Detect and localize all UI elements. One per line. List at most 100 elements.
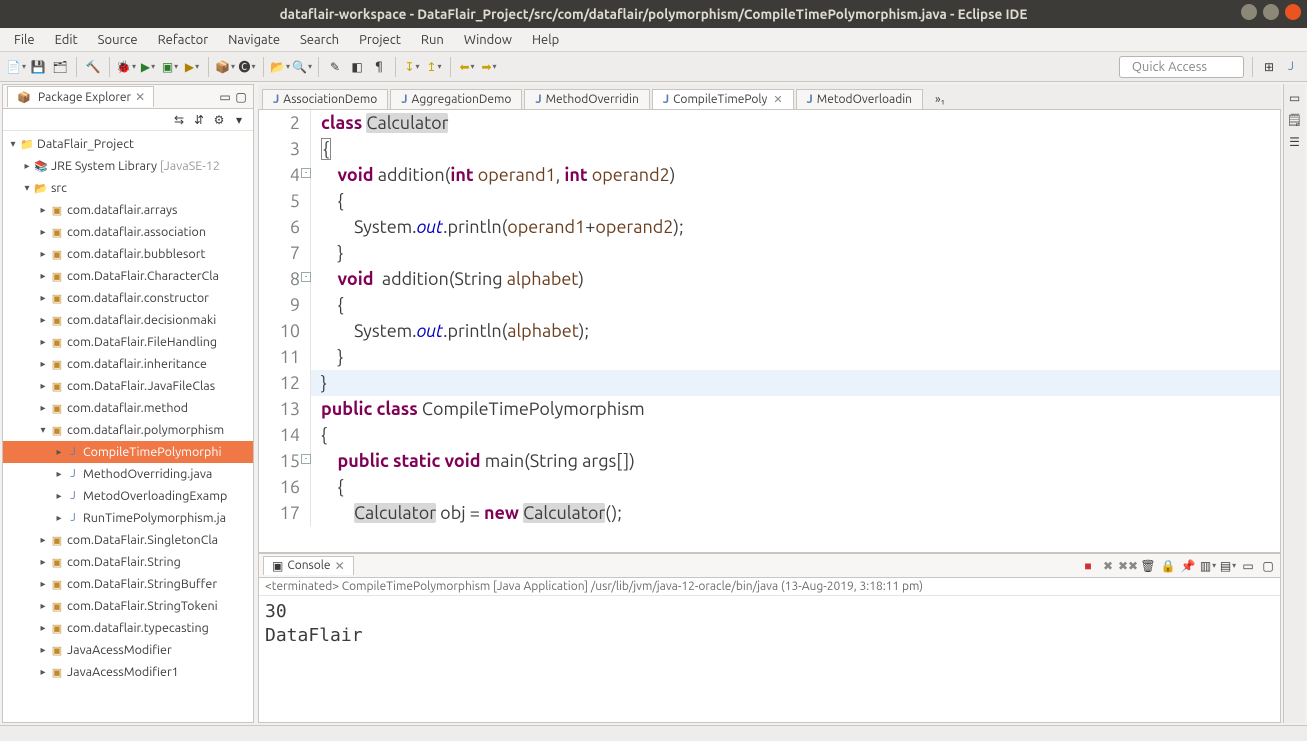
package-node[interactable]: ▸▣com.DataFlair.CharacterCla [3,265,253,287]
editor-tab[interactable]: JMethodOverridin [524,89,649,109]
run-icon[interactable]: ▶ [140,59,156,75]
view-menu-icon[interactable]: ▾ [231,112,247,128]
open-type-icon[interactable]: 📂 [272,59,288,75]
code-editor[interactable]: 2class Calculator 3{ 4- void addition(in… [258,110,1281,553]
display-selected-icon[interactable]: ▥ [1200,558,1216,574]
project-node[interactable]: ▾📁 DataFlair_Project [3,133,253,155]
package-node[interactable]: ▸▣JavaAcessModifier [3,639,253,661]
menu-source[interactable]: Source [90,31,146,49]
menu-project[interactable]: Project [351,31,409,49]
close-icon[interactable]: ✕ [773,93,782,106]
save-all-icon[interactable]: 🗂 [52,59,68,75]
package-node[interactable]: ▸▣com.dataflair.arrays [3,199,253,221]
remove-launch-icon[interactable]: ✖ [1100,558,1116,574]
package-node[interactable]: ▸▣com.DataFlair.String [3,551,253,573]
menu-run[interactable]: Run [413,31,452,49]
remove-all-icon[interactable]: ✖✖ [1120,558,1136,574]
package-node[interactable]: ▸▣JavaAcessModifier1 [3,661,253,683]
debug-icon[interactable]: 🐞 [118,59,134,75]
editor-overflow[interactable]: »₁ [925,90,955,109]
save-icon[interactable]: 💾 [30,59,46,75]
quick-access-input[interactable]: Quick Access [1119,56,1244,78]
package-node[interactable]: ▸▣com.dataflair.method [3,397,253,419]
param: operand1 [507,217,585,237]
menu-search[interactable]: Search [292,31,347,49]
filter-icon[interactable]: ⚙ [211,112,227,128]
fold-icon[interactable]: - [301,168,311,178]
link-editor-icon[interactable]: ⇵ [191,112,207,128]
package-node[interactable]: ▸▣com.DataFlair.StringBuffer [3,573,253,595]
package-node[interactable]: ▸▣com.dataflair.typecasting [3,617,253,639]
jre-node[interactable]: ▸📚 JRE System Library [JavaSE-12 [3,155,253,177]
run-last-icon[interactable]: ▶ [184,59,200,75]
toggle-ws-icon[interactable]: ¶ [371,59,387,75]
close-icon[interactable]: ✕ [335,559,345,573]
back-icon[interactable]: ⬅ [459,59,475,75]
menu-edit[interactable]: Edit [47,31,86,49]
package-node[interactable]: ▸▣com.DataFlair.JavaFileClas [3,375,253,397]
window-maximize-button[interactable] [1263,4,1279,20]
view-maximize-icon[interactable]: ▢ [233,89,249,105]
fold-icon[interactable]: - [301,454,311,464]
type-name: Calculator [366,113,448,133]
view-maximize-icon[interactable]: ▢ [1260,558,1276,574]
package-node-open[interactable]: ▾▣ com.dataflair.polymorphism [3,419,253,441]
menu-window[interactable]: Window [456,31,520,49]
toggle-mark-icon[interactable]: ✎ [327,59,343,75]
menu-help[interactable]: Help [524,31,567,49]
package-node[interactable]: ▸▣com.DataFlair.StringTokeni [3,595,253,617]
package-node[interactable]: ▸▣com.dataflair.association [3,221,253,243]
restore-icon[interactable]: ▭ [1287,90,1303,106]
java-file-node[interactable]: ▸JRunTimePolymorphism.ja [3,507,253,529]
package-explorer-tree[interactable]: ▾📁 DataFlair_Project ▸📚 JRE System Libra… [3,131,253,722]
new-icon[interactable]: 📄 [8,59,24,75]
java-file-node[interactable]: ▸JMethodOverriding.java [3,463,253,485]
src-node[interactable]: ▾📂 src [3,177,253,199]
task-list-icon[interactable]: 🗒 [1287,112,1303,128]
terminate-icon[interactable]: ■ [1080,558,1096,574]
view-minimize-icon[interactable]: ▭ [217,89,233,105]
new-class-icon[interactable]: 🅒 [239,59,255,75]
open-perspective-icon[interactable]: ⊞ [1261,59,1277,75]
search-icon[interactable]: 🔍 [294,59,310,75]
clear-console-icon[interactable]: 🗑 [1140,558,1156,574]
close-icon[interactable]: ✕ [135,90,145,104]
package-node[interactable]: ▸▣com.dataflair.decisionmaki [3,309,253,331]
keyword: void [445,451,481,471]
package-node[interactable]: ▸▣com.dataflair.inheritance [3,353,253,375]
collapse-all-icon[interactable]: ⇆ [171,112,187,128]
window-minimize-button[interactable] [1241,4,1257,20]
editor-tab[interactable]: JCompileTimePoly✕ [652,89,794,109]
package-node[interactable]: ▸▣com.DataFlair.SingletonCla [3,529,253,551]
pin-console-icon[interactable]: 📌 [1180,558,1196,574]
toggle-block-icon[interactable]: ◧ [349,59,365,75]
outline-icon[interactable]: ☰ [1287,134,1303,150]
java-file-node[interactable]: ▸JMetodOverloadingExamp [3,485,253,507]
package-node[interactable]: ▸▣com.dataflair.constructor [3,287,253,309]
open-console-icon[interactable]: ▤ [1220,558,1236,574]
next-annotation-icon[interactable]: ↧ [404,59,420,75]
window-close-button[interactable] [1285,4,1301,20]
console-tab[interactable]: ▣ Console ✕ [263,556,354,575]
build-icon[interactable]: 🔨 [85,59,101,75]
scroll-lock-icon[interactable]: 🔒 [1160,558,1176,574]
java-perspective-icon[interactable]: J [1283,59,1299,75]
menu-file[interactable]: File [6,31,43,49]
editor-tab[interactable]: JAggregationDemo [390,89,522,109]
new-package-icon[interactable]: 📦 [217,59,233,75]
view-minimize-icon[interactable]: ▭ [1240,558,1256,574]
editor-tab[interactable]: JAssociationDemo [262,89,388,109]
package-explorer-tab[interactable]: 📦 Package Explorer ✕ [7,86,154,107]
prev-annotation-icon[interactable]: ↥ [426,59,442,75]
java-file-node[interactable]: ▸JCompileTimePolymorphi [3,441,253,463]
package-node[interactable]: ▸▣com.DataFlair.FileHandling [3,331,253,353]
method-name: addition [382,269,449,289]
editor-tab[interactable]: JMetodOverloadin [796,89,923,109]
forward-icon[interactable]: ➡ [481,59,497,75]
package-node[interactable]: ▸▣com.dataflair.bubblesort [3,243,253,265]
menu-refactor[interactable]: Refactor [150,31,217,49]
coverage-icon[interactable]: ▣ [162,59,178,75]
console-output[interactable]: 30 DataFlair [259,596,1280,722]
menu-navigate[interactable]: Navigate [220,31,288,49]
fold-icon[interactable]: - [301,272,311,282]
